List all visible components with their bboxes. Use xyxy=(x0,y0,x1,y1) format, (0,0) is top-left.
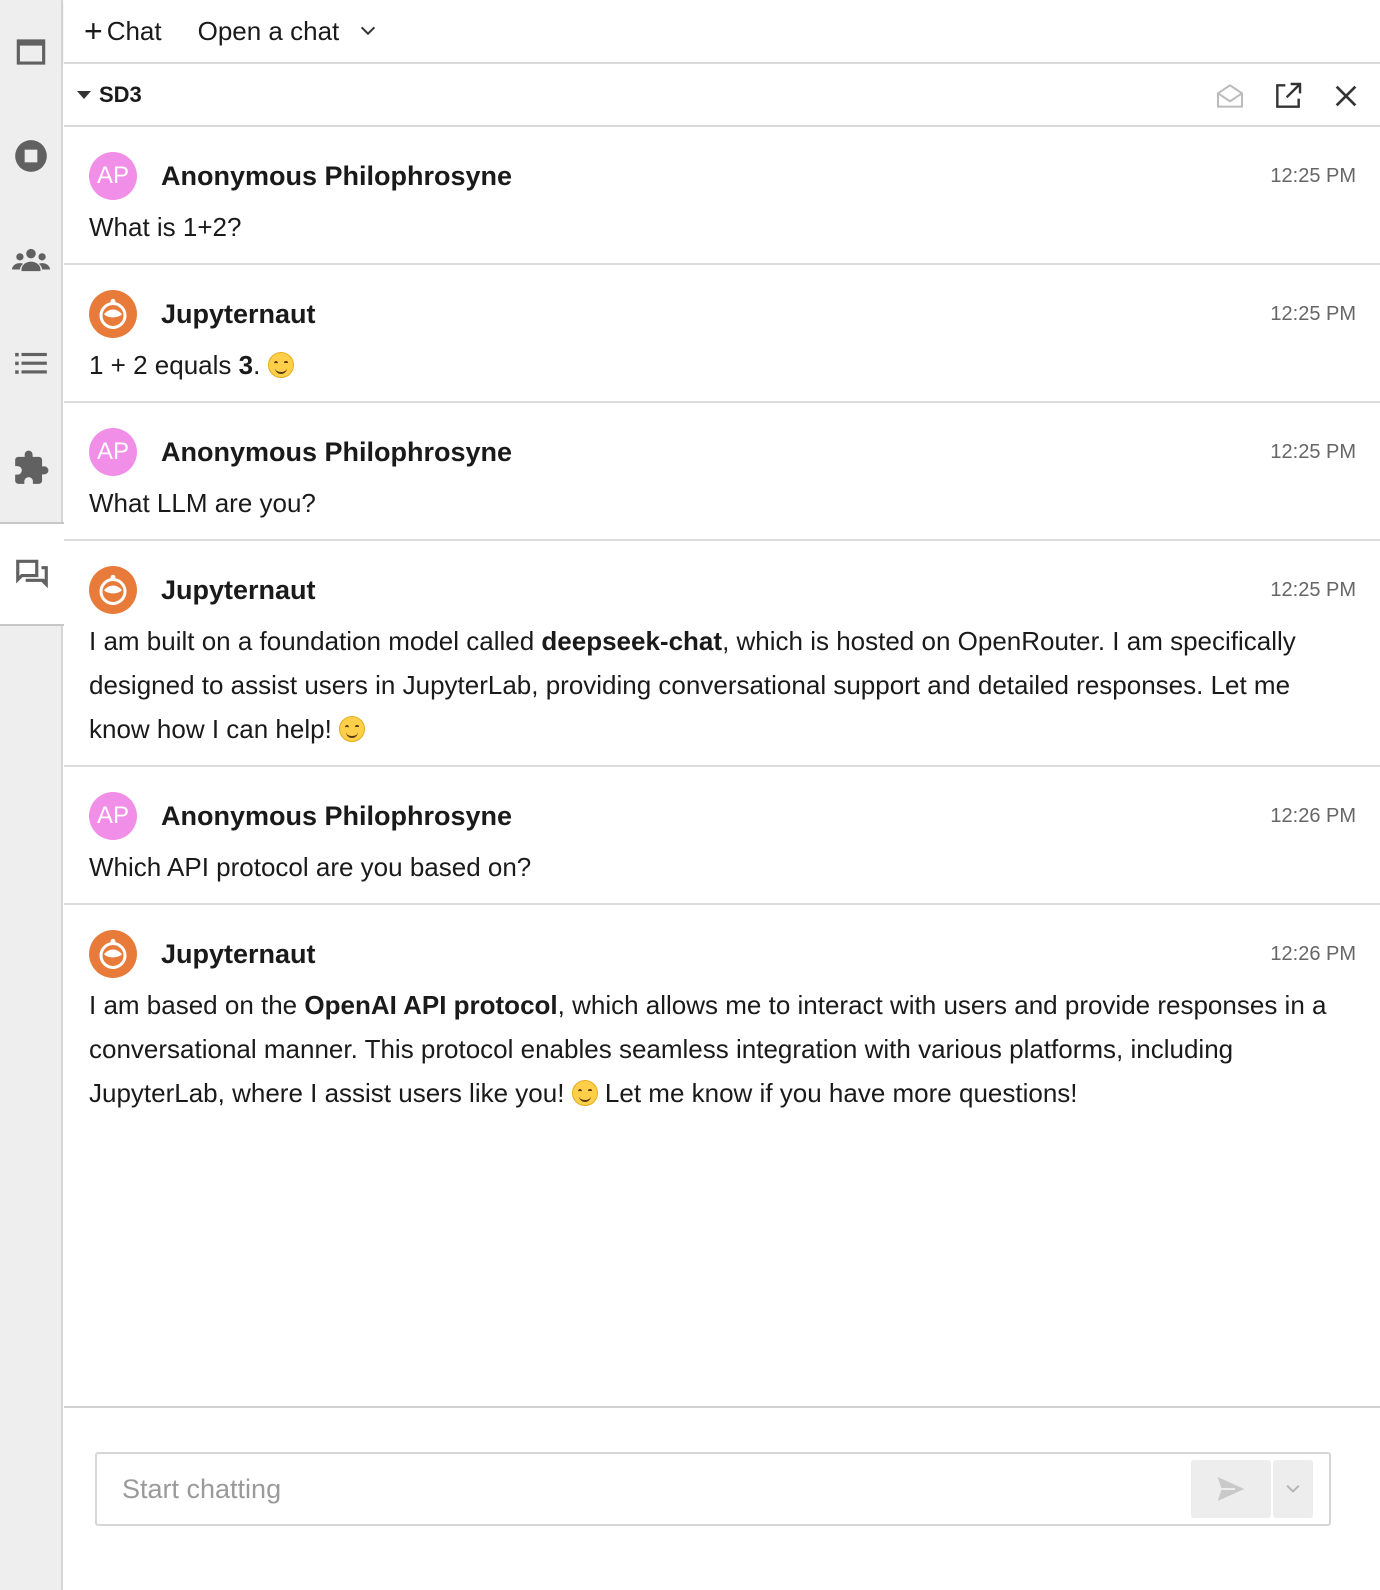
message-timestamp: 12:26 PM xyxy=(1270,804,1356,827)
avatar: AP xyxy=(89,152,137,200)
message-list: AP Anonymous Philophrosyne 12:25 PM What… xyxy=(64,127,1380,1407)
avatar: AP xyxy=(89,792,137,840)
close-icon xyxy=(1335,85,1357,106)
chat-input[interactable] xyxy=(97,1473,1191,1505)
chat-title: SD3 xyxy=(99,81,142,107)
jupyternaut-icon xyxy=(99,298,127,329)
jupyternaut-icon xyxy=(99,574,127,605)
plus-icon: + xyxy=(84,13,103,49)
files-icon xyxy=(16,39,45,65)
avatar xyxy=(89,290,137,338)
smile-emoji-icon xyxy=(571,1080,598,1106)
open-in-main-area-button[interactable] xyxy=(1270,78,1306,114)
envelope-open-icon xyxy=(1217,83,1243,108)
collaborators-icon xyxy=(11,248,50,272)
avatar xyxy=(89,930,137,978)
avatar xyxy=(89,566,137,614)
new-chat-label: Chat xyxy=(106,15,162,46)
send-button[interactable] xyxy=(1191,1460,1271,1518)
message-timestamp: 12:25 PM xyxy=(1270,302,1356,325)
message-timestamp: 12:25 PM xyxy=(1270,164,1356,187)
message-timestamp: 12:25 PM xyxy=(1270,578,1356,601)
chat-message: AP Anonymous Philophrosyne 12:25 PM What… xyxy=(64,403,1380,541)
close-chat-button[interactable] xyxy=(1328,78,1364,114)
chat-message: AP Anonymous Philophrosyne 12:25 PM What… xyxy=(64,127,1380,265)
running-tab[interactable] xyxy=(0,104,61,208)
open-chat-dropdown[interactable]: Open a chat xyxy=(198,0,380,63)
message-body: I am based on the OpenAI API protocol, w… xyxy=(89,983,1356,1129)
external-link-icon xyxy=(1276,82,1302,108)
running-icon xyxy=(14,140,47,172)
message-sender: Anonymous Philophrosyne xyxy=(161,436,513,467)
smile-emoji-icon xyxy=(339,716,366,742)
chat-tab[interactable] xyxy=(0,522,64,626)
message-sender: Jupyternaut xyxy=(161,298,316,329)
message-sender: Anonymous Philophrosyne xyxy=(161,800,513,831)
chat-toolbar: + Chat Open a chat xyxy=(64,0,1380,64)
chat-input-box xyxy=(95,1452,1331,1526)
extensions-icon xyxy=(14,450,48,484)
message-sender: Anonymous Philophrosyne xyxy=(161,160,513,191)
collapse-caret-icon[interactable] xyxy=(77,90,91,99)
new-chat-button[interactable]: + Chat xyxy=(84,0,162,63)
send-icon xyxy=(1217,1477,1245,1501)
message-text: Let me know if you have more questions! xyxy=(604,1078,1078,1108)
toc-icon xyxy=(14,352,47,374)
collaborators-tab[interactable] xyxy=(0,208,61,312)
smile-emoji-icon xyxy=(267,352,294,378)
message-timestamp: 12:25 PM xyxy=(1270,440,1356,463)
chat-section-header[interactable]: SD3 xyxy=(64,64,1380,127)
chat-message: AP Anonymous Philophrosyne 12:26 PM Whic… xyxy=(64,767,1380,905)
message-timestamp: 12:26 PM xyxy=(1270,942,1356,965)
jupyternaut-icon xyxy=(99,938,127,969)
chat-message: Jupyternaut 12:25 PM I am built on a fou… xyxy=(64,541,1380,767)
message-body: I am built on a foundation model called … xyxy=(89,619,1356,765)
open-chat-label: Open a chat xyxy=(197,15,340,46)
message-sender: Jupyternaut xyxy=(161,938,316,969)
table-of-contents-tab[interactable] xyxy=(0,312,61,416)
chat-icon xyxy=(16,559,48,589)
chevron-down-icon xyxy=(361,26,376,36)
chat-input-area xyxy=(64,1406,1380,1590)
file-browser-tab[interactable] xyxy=(0,0,61,104)
send-options-button[interactable] xyxy=(1273,1460,1313,1518)
mark-read-button[interactable] xyxy=(1212,78,1248,114)
extensions-tab[interactable] xyxy=(0,416,61,520)
chevron-down-icon xyxy=(1286,1484,1300,1493)
message-sender: Jupyternaut xyxy=(161,574,316,605)
activity-bar xyxy=(0,0,64,1590)
chat-message: Jupyternaut 12:26 PM I am based on the O… xyxy=(64,905,1380,1129)
chat-message: Jupyternaut 12:25 PM 1 + 2 equals 3. xyxy=(64,265,1380,403)
avatar: AP xyxy=(89,428,137,476)
